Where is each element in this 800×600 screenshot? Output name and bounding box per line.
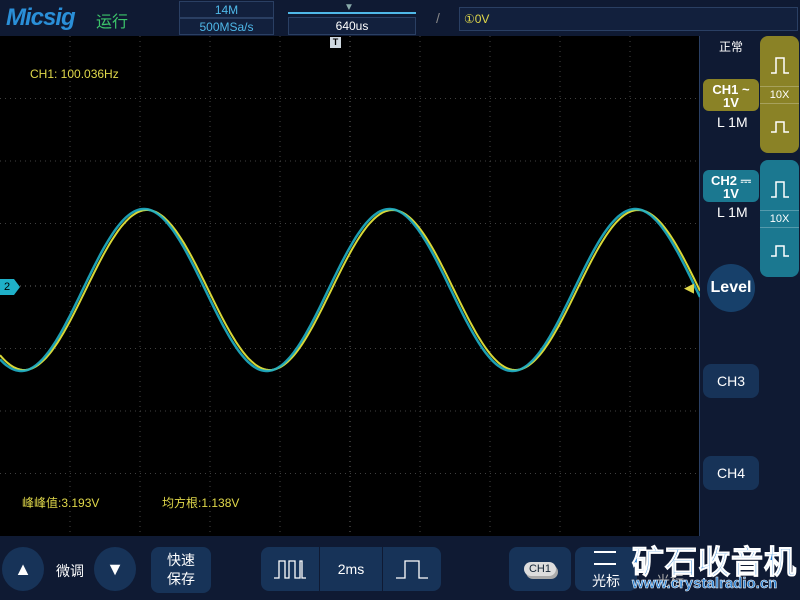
triangle-up-icon: ▲ bbox=[14, 558, 32, 579]
memory-depth[interactable]: 14M bbox=[179, 1, 274, 18]
fine-down-button[interactable]: ▼ bbox=[94, 547, 136, 591]
ch4-button[interactable]: CH4 bbox=[703, 456, 759, 490]
ch1-probe-selector[interactable]: 10X bbox=[760, 36, 799, 153]
cursor-label: 光标 bbox=[592, 573, 620, 589]
trigger-level-marker[interactable]: ◀ bbox=[684, 280, 694, 296]
sample-rate[interactable]: 500MSa/s bbox=[179, 18, 274, 35]
ch2-label[interactable]: CH2 ⎓ 1V bbox=[703, 170, 759, 202]
ch1-impedance: L 1M bbox=[717, 114, 748, 130]
timebase-value[interactable]: 2ms bbox=[320, 547, 382, 591]
quick-save-button[interactable]: 快速 保存 bbox=[151, 547, 211, 593]
trigger-edge-icon[interactable]: / bbox=[436, 10, 440, 26]
triangle-down-icon: ▼ bbox=[106, 558, 124, 579]
dense-pulse-icon bbox=[274, 560, 306, 579]
ch1-coupling: ~ bbox=[742, 82, 750, 97]
ch3-button[interactable]: CH3 bbox=[703, 364, 759, 398]
quick-save-line2: 保存 bbox=[167, 571, 195, 587]
fine-adjust-label: 微调 bbox=[56, 563, 84, 579]
wide-pulse-icon bbox=[396, 560, 428, 579]
watermark-url: www.crystalradio.cn bbox=[632, 575, 778, 593]
ch2-probe: 10X bbox=[760, 209, 799, 228]
ch1-frequency: CH1: 100.036Hz bbox=[30, 67, 119, 81]
time-delay[interactable]: 640us bbox=[288, 17, 416, 35]
brand-logo: Micsig bbox=[6, 4, 76, 31]
ch1-scale: 1V bbox=[723, 95, 739, 110]
acquisition-mode[interactable]: 正常 bbox=[719, 38, 743, 55]
channel-select-button[interactable]: CH1 bbox=[509, 547, 571, 591]
ch2-scale: 1V bbox=[723, 186, 739, 201]
ch2-coupling: ⎓ bbox=[740, 173, 751, 188]
memory-position-bar[interactable] bbox=[288, 12, 416, 14]
waveform-svg bbox=[0, 36, 700, 536]
trigger-level[interactable]: ①0V bbox=[459, 7, 798, 31]
trigger-position-marker[interactable]: T bbox=[330, 37, 341, 48]
fine-up-button[interactable]: ▲ bbox=[2, 547, 44, 591]
ch1-label[interactable]: CH1 ~1V bbox=[703, 79, 759, 111]
ch2-impedance: L 1M bbox=[717, 204, 748, 220]
ch1-stack-icon: CH1 bbox=[523, 562, 556, 576]
cursor-lines-icon bbox=[594, 551, 616, 565]
top-bar: Micsig 运行 14M 500MSa/s ▼ 640us / ①0V bbox=[0, 0, 800, 36]
channel-panel: 正常 CH1 ~1V L 1M 10X CH2 ⎓ 1V L 1M 10X Lev… bbox=[701, 36, 800, 536]
quick-save-line1: 快速 bbox=[167, 552, 195, 568]
rms-measurement: 均方根:1.138V bbox=[162, 496, 240, 510]
level-knob[interactable]: Level bbox=[707, 264, 755, 312]
waveform-display[interactable] bbox=[0, 36, 700, 536]
peak-to-peak-measurement: 峰峰值:3.193V bbox=[22, 496, 100, 510]
ch2-probe-selector[interactable]: 10X bbox=[760, 160, 799, 277]
ch1-probe: 10X bbox=[760, 85, 799, 104]
timebase-increase-button[interactable] bbox=[383, 547, 441, 591]
timebase-decrease-button[interactable] bbox=[261, 547, 319, 591]
run-state-button[interactable]: 运行 bbox=[96, 8, 128, 32]
